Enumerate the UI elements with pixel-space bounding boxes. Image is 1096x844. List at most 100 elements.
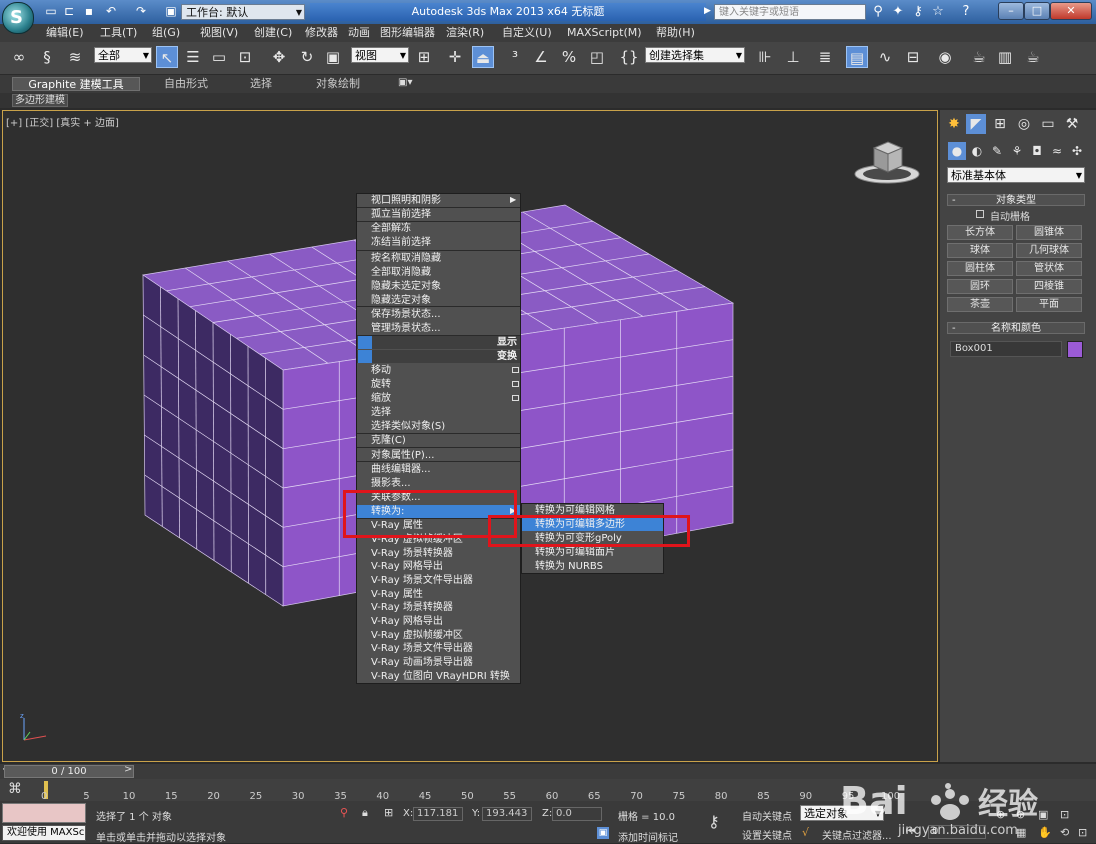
convert-to-nurbs[interactable]: 转换为 NURBS [535,560,603,573]
quad-display-header[interactable]: 显示 [357,336,520,349]
pivot-center-icon[interactable]: ⊞ [413,46,435,68]
rectangular-selection-icon[interactable]: ▭ [208,46,230,68]
mini-curve-editor-icon[interactable]: ⌘ [8,781,22,797]
quad-menu-item[interactable]: V-Ray 场景文件导出器 [371,642,473,655]
set-key-button[interactable]: 设置关键点 [742,827,792,842]
redo-icon[interactable]: ↷ [134,4,148,18]
render-production-icon[interactable]: ☕ [1022,46,1044,68]
quad-menu-item[interactable]: 克隆(C) [371,434,406,447]
auto-grid-checkbox[interactable] [976,210,984,218]
menu-rendering[interactable]: 渲染(R) [446,24,484,42]
reference-coordinate-dropdown[interactable]: 视图▼ [351,47,409,63]
quad-menu-item[interactable]: 选择类似对象(S) [371,420,445,433]
helpers-icon[interactable]: ◘ [1028,142,1046,160]
layer-manager-icon[interactable]: ≣ [814,46,836,68]
mirror-icon[interactable]: ⊪ [754,46,776,68]
ribbon-options-icon[interactable]: ▣▾ [398,77,412,88]
set-key-icon[interactable]: ⚷ [708,812,720,831]
quad-menu-item[interactable]: 摄影表... [371,477,411,490]
pyramid-button[interactable]: 四棱锥 [1016,279,1082,294]
quad-menu-item[interactable]: 选择 [371,406,391,419]
settings-box-icon[interactable] [512,367,519,373]
tab-selection[interactable]: 选择 [244,77,278,91]
percent-snap-icon[interactable]: % [558,46,580,68]
category-dropdown[interactable]: 标准基本体▼ [947,167,1085,183]
select-by-name-icon[interactable]: ☰ [182,46,204,68]
menu-views[interactable]: 视图(V) [200,24,238,42]
quad-menu-item[interactable]: 全部取消隐藏 [371,266,431,279]
menu-graph-editors[interactable]: 图形编辑器 [380,24,435,42]
cone-button[interactable]: 圆锥体 [1016,225,1082,240]
systems-icon[interactable]: ✣ [1068,142,1086,160]
teapot-button[interactable]: 茶壶 [947,297,1013,312]
shapes-icon[interactable]: ◐ [968,142,986,160]
quad-menu-item[interactable]: 孤立当前选择 [371,208,431,221]
y-coordinate-input[interactable]: 193.443 [482,807,532,821]
quad-menu-item[interactable]: 移动 [371,364,391,377]
quad-menu-item[interactable]: V-Ray 位图向 VRayHDRI 转换 [371,670,510,683]
quad-menu-item[interactable]: V-Ray 场景转换器 [371,547,453,560]
settings-box-icon[interactable] [512,381,519,387]
menu-tools[interactable]: 工具(T) [100,24,137,42]
object-name-input[interactable]: Box001 [950,341,1062,357]
quad-menu-item[interactable]: V-Ray 网格导出 [371,560,443,573]
key-icon[interactable]: ⚷ [910,4,926,20]
keyboard-shortcut-override-icon[interactable]: ⏏ [472,46,494,68]
quad-menu-item[interactable]: V-Ray 属性 [371,588,423,601]
x-coordinate-input[interactable]: 117.181 [413,807,463,821]
window-crossing-icon[interactable]: ⊡ [234,46,256,68]
edit-named-selection-icon[interactable]: {} [618,46,640,68]
quad-menu-item[interactable]: V-Ray 动画场景导出器 [371,656,473,669]
selection-filter-dropdown[interactable]: 全部▼ [94,47,152,63]
tab-object-paint[interactable]: 对象绘制 [312,77,364,91]
star-icon[interactable]: ☆ [930,4,946,20]
rendered-frame-icon[interactable]: ▥ [994,46,1016,68]
hierarchy-panel-icon[interactable]: ⊞ [990,114,1010,134]
time-tag-icon[interactable]: ▣ [597,827,609,839]
open-folder-icon[interactable]: ⊏ [62,4,76,18]
tools-icon[interactable]: ✦ [890,4,906,20]
menu-maxscript[interactable]: MAXScript(M) [567,24,642,42]
maxscript-listener[interactable] [2,803,86,823]
bind-space-warp-icon[interactable]: ≋ [64,46,86,68]
create-panel-icon[interactable]: ✸ [944,114,964,134]
menu-create[interactable]: 创建(C) [254,24,292,42]
menu-edit[interactable]: 编辑(E) [46,24,84,42]
workspace-dropdown[interactable]: 工作台: 默认▼ [181,4,305,20]
object-type-rollout[interactable]: -对象类型 [947,194,1085,206]
quad-menu-item[interactable]: 视口照明和阴影 [371,194,441,207]
quad-menu-item[interactable]: 旋转 [371,378,391,391]
motion-panel-icon[interactable]: ◎ [1014,114,1034,134]
quad-menu-item[interactable]: V-Ray 场景转换器 [371,601,453,614]
auto-key-button[interactable]: 自动关键点 [742,808,792,823]
quad-menu-item[interactable]: 冻结当前选择 [371,236,431,249]
chevron-right-icon[interactable]: ▶ [704,6,711,16]
angle-snap-icon[interactable]: ∠ [530,46,552,68]
quad-menu-item[interactable]: 隐藏未选定对象 [371,280,441,293]
quad-transform-header[interactable]: 变换 [357,350,520,363]
box-button[interactable]: 长方体 [947,225,1013,240]
menu-animation[interactable]: 动画 [348,24,370,42]
graphite-toggle-icon[interactable]: ▤ [846,46,868,68]
search-input[interactable]: 键入关键字或短语 [714,4,866,20]
quad-menu-item[interactable]: V-Ray 网格导出 [371,615,443,628]
chevron-right-icon[interactable]: > [124,764,132,775]
convert-to-editable-patch[interactable]: 转换为可编辑面片 [535,546,615,559]
tube-button[interactable]: 管状体 [1016,261,1082,276]
quad-menu-item[interactable]: V-Ray 虚拟帧缓冲区 [371,629,463,642]
torus-button[interactable]: 圆环 [947,279,1013,294]
close-button[interactable]: ✕ [1050,2,1092,20]
modify-panel-icon[interactable]: ◤ [966,114,986,134]
sphere-button[interactable]: 球体 [947,243,1013,258]
rotate-icon[interactable]: ↻ [296,46,318,68]
schematic-view-icon[interactable]: ⊟ [902,46,924,68]
quad-menu-item[interactable]: 保存场景状态... [371,308,441,321]
menu-help[interactable]: 帮助(H) [656,24,695,42]
z-coordinate-input[interactable]: 0.0 [552,807,602,821]
quad-menu-item[interactable]: 缩放 [371,392,391,405]
absolute-mode-icon[interactable]: ⊞ [384,806,393,819]
binoculars-icon[interactable]: ⚲ [870,4,886,20]
maxscript-mini-listener[interactable]: 欢迎使用 MAXSc [2,825,86,841]
tab-freeform[interactable]: 自由形式 [160,77,212,91]
new-file-icon[interactable]: ▭ [44,4,58,18]
